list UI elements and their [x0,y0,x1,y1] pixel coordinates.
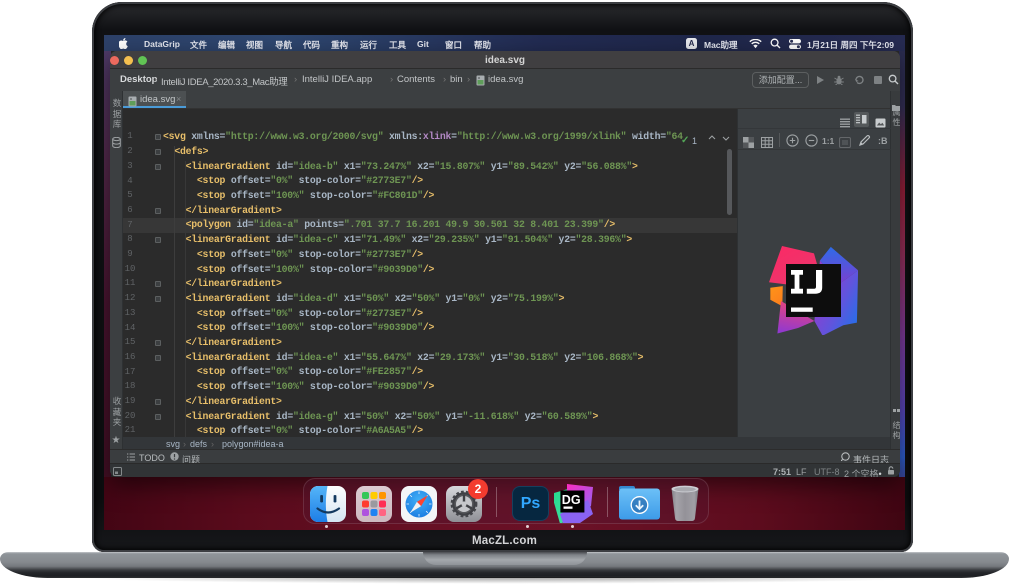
svg-text:DG: DG [562,493,581,507]
